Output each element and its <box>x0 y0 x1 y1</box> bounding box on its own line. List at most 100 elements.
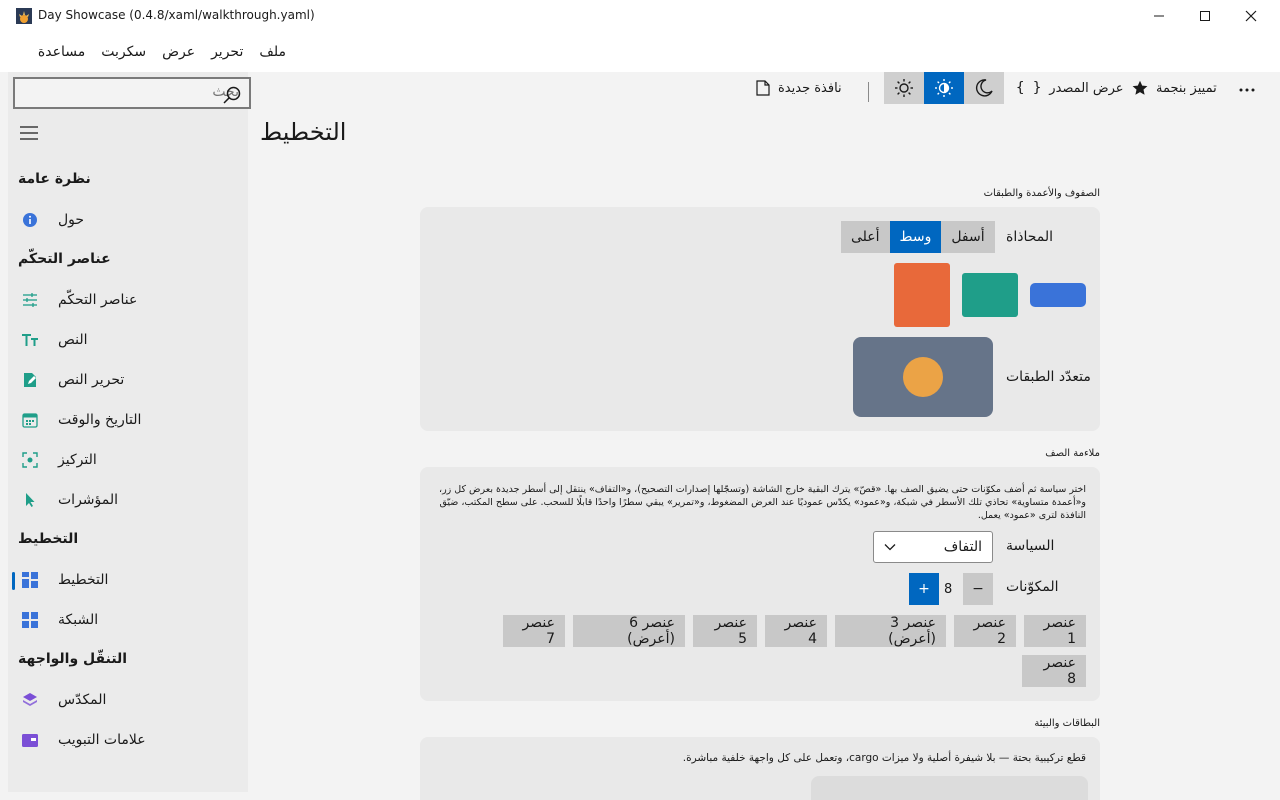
sidebar-item-label: تحرير النص <box>58 372 125 388</box>
sidebar-item-stack[interactable]: المكدّس <box>20 684 240 716</box>
page-title: التخطيط <box>260 118 347 146</box>
section-label-row-fit: ملاءمة الصف <box>1045 448 1100 459</box>
close-button[interactable] <box>1228 0 1274 32</box>
align-center-option[interactable]: وسط <box>889 221 942 253</box>
menu-edit[interactable]: تحرير <box>203 44 251 60</box>
nav-section-layout: التخطيط <box>18 531 79 547</box>
tabs-icon <box>22 734 38 747</box>
nav-section-controls: عناصر التحكّم <box>18 251 111 267</box>
light-theme-button[interactable] <box>884 72 924 104</box>
sidebar-item-label: علامات التبويب <box>58 732 146 748</box>
view-source-label: عرض المصدر <box>1049 80 1124 96</box>
wrap-item[interactable]: عنصر 1 <box>1024 615 1086 647</box>
policy-label: السياسة <box>1006 538 1055 554</box>
inner-card <box>811 776 1088 800</box>
sidebar-item-datetime[interactable]: التاريخ والوقت <box>20 404 240 436</box>
sidebar-item-about[interactable]: حول <box>20 204 240 236</box>
menu-help[interactable]: مساعدة <box>30 44 93 60</box>
sidebar-item-grid[interactable]: الشبكة <box>20 604 240 636</box>
info-icon <box>23 213 37 227</box>
sidebar-item-label: حول <box>58 212 85 228</box>
maximize-icon <box>1200 11 1210 21</box>
teal-block <box>962 273 1018 317</box>
sidebar-item-label: النص <box>58 332 88 348</box>
highlight-star-button[interactable]: تمييز بنجمة <box>1132 80 1217 96</box>
alignment-segmented: أعلى وسط أسفل <box>841 221 995 253</box>
more-button[interactable] <box>1238 80 1256 102</box>
sidebar-item-focus[interactable]: التركيز <box>20 444 240 476</box>
wrap-item[interactable]: عنصر 8 <box>1022 655 1086 687</box>
minimize-button[interactable] <box>1136 0 1182 32</box>
highlight-star-label: تمييز بنجمة <box>1156 80 1217 96</box>
cursor-icon <box>26 493 35 507</box>
new-window-label: نافذة جديدة <box>778 80 842 96</box>
sidebar-item-layout[interactable]: التخطيط <box>12 564 240 596</box>
maximize-button[interactable] <box>1182 0 1228 32</box>
sidebar-item-tabs[interactable]: علامات التبويب <box>20 724 240 756</box>
calendar-icon <box>22 413 38 428</box>
sidebar-item-label: المكدّس <box>58 692 107 708</box>
new-window-button[interactable]: نافذة جديدة <box>756 80 842 96</box>
hamburger-menu-icon[interactable] <box>20 126 38 140</box>
section-label-cards: البطاقات والبيئة <box>1034 718 1100 729</box>
focus-icon <box>22 452 38 468</box>
alignment-label: المحاذاة <box>1006 229 1054 245</box>
document-icon <box>756 80 770 96</box>
auto-theme-button[interactable] <box>924 72 964 104</box>
sidebar-item-label: الشبكة <box>58 612 99 628</box>
search-input[interactable] <box>59 84 239 100</box>
menu-bar: ملف تحرير عرض سكربت مساعدة <box>0 32 1280 72</box>
sidebar-item-cursors[interactable]: المؤشرات <box>20 484 240 516</box>
grid-icon <box>22 612 38 628</box>
count-label: المكوّنات <box>1006 579 1059 595</box>
wrap-item[interactable]: عنصر 4 <box>765 615 827 647</box>
align-top-option[interactable]: أعلى <box>841 221 890 253</box>
cards-description: قطع تركيبية بحتة — بلا شيفرة أصلية ولا م… <box>682 752 1086 764</box>
sidebar-item-controls[interactable]: عناصر التحكّم <box>20 284 240 316</box>
wrap-item[interactable]: عنصر 7 <box>503 615 565 647</box>
sidebar-item-label: التخطيط <box>58 572 109 588</box>
sidebar-item-label: التركيز <box>58 452 97 468</box>
toolbar-separator <box>868 82 869 102</box>
menu-script[interactable]: سكربت <box>93 44 154 60</box>
sun-icon <box>895 79 913 97</box>
edit-icon <box>24 373 36 387</box>
rows-card <box>420 207 1100 431</box>
row-fit-description: اختر سياسة ثم أضف مكوّنات حتى يضيق الصف … <box>439 484 1086 521</box>
wrap-item[interactable]: عنصر 2 <box>954 615 1016 647</box>
menu-view[interactable]: عرض <box>154 44 203 60</box>
count-value: 8 <box>944 582 953 597</box>
section-label-rows: الصفوف والأعمدة والطبقات <box>983 188 1100 199</box>
blue-block <box>1030 283 1086 307</box>
menu-list: ملف تحرير عرض سكربت مساعدة <box>30 44 294 60</box>
sidebar-item-label: المؤشرات <box>58 492 119 508</box>
toolbar: نافذة جديدة { } عرض المصدر تمييز بنجمة <box>256 72 1272 110</box>
wrap-item[interactable]: عنصر 6 (أعرض) <box>573 615 685 647</box>
brightness-icon <box>935 79 953 97</box>
theme-toggle-group <box>884 72 1004 104</box>
sliders-icon <box>23 293 37 307</box>
sidebar-item-text[interactable]: النص <box>20 324 240 356</box>
view-source-button[interactable]: { } عرض المصدر <box>1016 80 1124 96</box>
wrap-item[interactable]: عنصر 5 <box>693 615 757 647</box>
minimize-icon <box>1154 15 1164 17</box>
menu-file[interactable]: ملف <box>251 44 294 60</box>
decrement-button[interactable]: − <box>963 573 993 605</box>
increment-button[interactable]: + <box>909 573 939 605</box>
close-icon <box>1245 10 1257 22</box>
sidebar-item-label: عناصر التحكّم <box>58 292 138 308</box>
sidebar: نظرة عامة حول عناصر التحكّم عناصر التحكّ… <box>8 72 251 792</box>
dark-theme-button[interactable] <box>964 72 1004 104</box>
sidebar-item-text-editing[interactable]: تحرير النص <box>20 364 240 396</box>
align-bottom-option[interactable]: أسفل <box>941 221 995 253</box>
policy-value: التفاف <box>943 539 982 555</box>
policy-dropdown[interactable]: التفاف <box>873 531 993 563</box>
wrap-item[interactable]: عنصر 3 (أعرض) <box>835 615 946 647</box>
moon-icon <box>975 79 993 97</box>
stack-icon <box>23 693 37 706</box>
amber-circle <box>903 357 943 397</box>
search-icon[interactable] <box>223 86 241 104</box>
sidebar-item-label: التاريخ والوقت <box>58 412 142 428</box>
app-icon <box>16 8 32 24</box>
search-box <box>13 77 251 109</box>
